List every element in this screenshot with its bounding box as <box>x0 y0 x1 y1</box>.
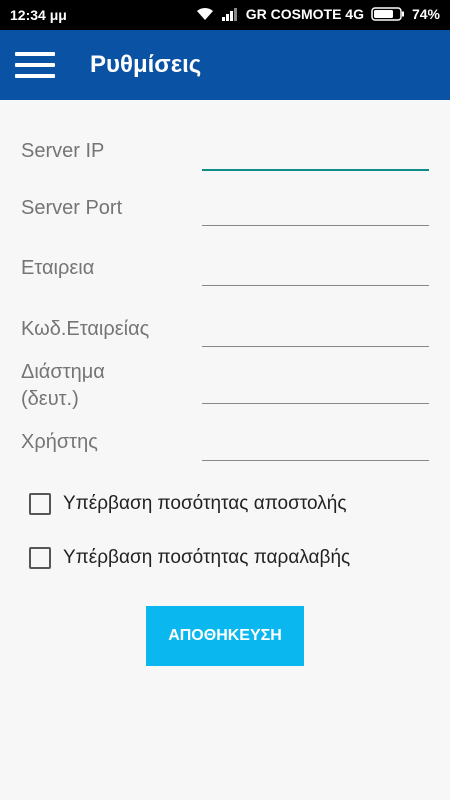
interval-input[interactable] <box>202 371 429 404</box>
server-ip-input[interactable] <box>202 137 429 171</box>
status-icons: GR COSMOTE 4G 74% <box>196 6 440 22</box>
hamburger-menu-icon[interactable] <box>15 52 55 80</box>
signal-icon <box>221 8 237 21</box>
receipt-overflow-label: Υπέρβαση ποσότητας παραλαβής <box>63 547 351 568</box>
receipt-overflow-checkbox[interactable] <box>29 547 51 569</box>
interval-label-line1: Διάστημα <box>21 361 105 383</box>
shipment-overflow-option[interactable]: Υπέρβαση ποσότητας αποστολής <box>29 493 347 515</box>
status-time: 12:34 μμ <box>10 7 67 23</box>
wifi-icon <box>196 7 213 20</box>
save-button[interactable]: ΑΠΟΘΗΚΕΥΣΗ <box>146 606 304 666</box>
shipment-overflow-label: Υπέρβαση ποσότητας αποστολής <box>63 493 347 514</box>
interval-label-line2: (δευτ.) <box>21 388 79 410</box>
user-input[interactable] <box>202 428 429 461</box>
shipment-overflow-checkbox[interactable] <box>29 493 51 515</box>
carrier-name: GR COSMOTE 4G <box>245 6 364 22</box>
receipt-overflow-option[interactable]: Υπέρβαση ποσότητας παραλαβής <box>29 547 350 569</box>
server-port-label: Server Port <box>21 197 123 219</box>
battery-percent: 74% <box>411 6 440 22</box>
user-label: Χρήστης <box>21 431 98 453</box>
server-port-input[interactable] <box>202 193 429 226</box>
page-title: Ρυθμίσεις <box>90 51 202 78</box>
company-code-input[interactable] <box>202 314 429 347</box>
server-ip-label: Server IP <box>21 140 105 162</box>
company-code-label: Κωδ.Εταιρείας <box>21 318 150 340</box>
company-label: Εταιρεια <box>21 257 95 279</box>
status-bar: 12:34 μμ GR COSMOTE 4G 74% <box>0 0 450 30</box>
company-input[interactable] <box>202 253 429 286</box>
battery-icon <box>371 7 404 21</box>
app-bar: Ρυθμίσεις <box>0 30 450 100</box>
